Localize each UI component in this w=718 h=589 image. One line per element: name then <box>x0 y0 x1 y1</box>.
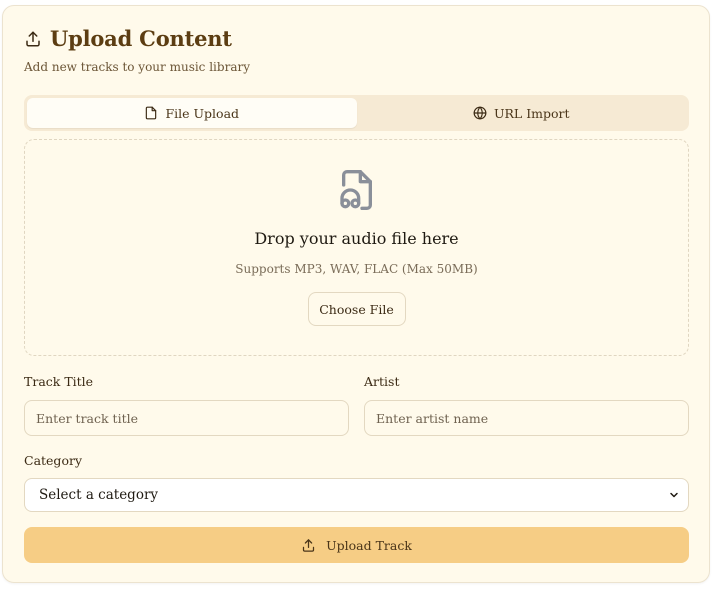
tab-file-upload[interactable]: File Upload <box>27 98 357 128</box>
upload-mode-tabs: File Upload URL Import <box>24 95 689 131</box>
upload-track-label: Upload Track <box>326 537 412 553</box>
tab-label: URL Import <box>493 105 570 121</box>
title-row: Upload Content <box>24 26 250 51</box>
upload-icon <box>24 30 42 48</box>
category-select[interactable]: Select a category <box>24 478 689 512</box>
file-dropzone[interactable]: Drop your audio file here Supports MP3, … <box>24 139 689 356</box>
globe-icon <box>473 106 487 120</box>
chevron-down-icon <box>668 489 680 501</box>
choose-file-button[interactable]: Choose File <box>307 292 406 326</box>
artist-input[interactable] <box>364 400 689 436</box>
upload-icon <box>301 538 316 553</box>
page-title: Upload Content <box>50 26 232 51</box>
track-title-label: Track Title <box>24 374 94 389</box>
category-label: Category <box>24 453 83 468</box>
track-title-input[interactable] <box>24 400 349 436</box>
upload-track-button[interactable]: Upload Track <box>24 527 689 563</box>
card-header: Upload Content Add new tracks to your mu… <box>24 26 250 74</box>
category-selected-value: Select a category <box>39 487 159 503</box>
artist-label: Artist <box>364 374 400 389</box>
file-icon <box>144 106 158 120</box>
tab-url-import[interactable]: URL Import <box>357 98 687 128</box>
tab-label: File Upload <box>165 105 240 121</box>
dropzone-subtext: Supports MP3, WAV, FLAC (Max 50MB) <box>235 262 478 276</box>
upload-card: Upload Content Add new tracks to your mu… <box>2 5 710 583</box>
page-subtitle: Add new tracks to your music library <box>24 60 250 74</box>
dropzone-heading: Drop your audio file here <box>254 229 459 248</box>
audio-file-icon <box>337 168 377 216</box>
